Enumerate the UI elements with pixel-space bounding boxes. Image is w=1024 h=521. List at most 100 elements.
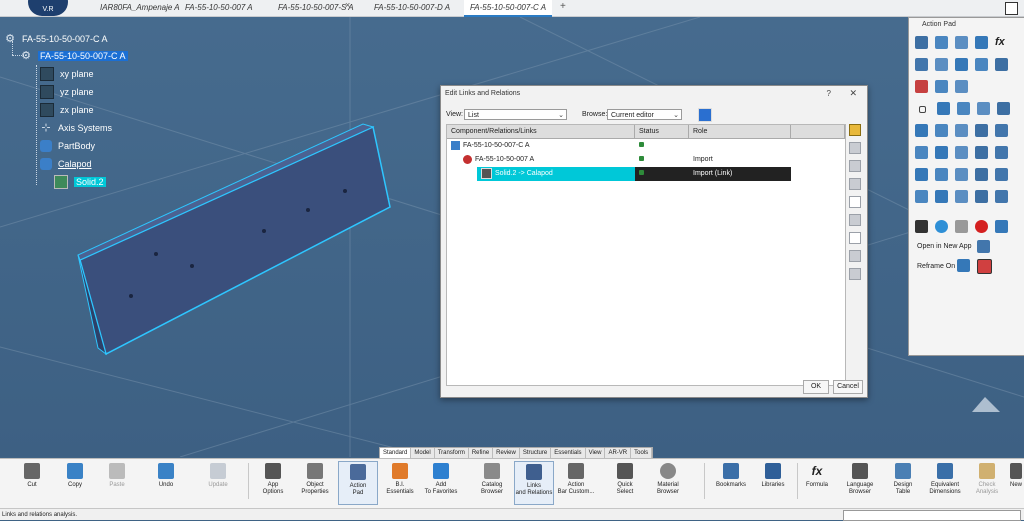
compass-logo[interactable]: V.R <box>28 0 68 16</box>
search-icon[interactable] <box>915 80 928 93</box>
table-row-selected[interactable]: Solid.2 -> Calapod Import (Link) <box>447 167 791 181</box>
help-icon[interactable]: ? <box>827 89 831 98</box>
formula-icon[interactable]: fx <box>995 36 1008 49</box>
tab-ar-vr[interactable]: AR-VR <box>605 448 632 458</box>
tree-item-calapod[interactable]: Calapod <box>40 156 92 172</box>
pin-icon[interactable] <box>849 124 861 136</box>
links-and-relations-button[interactable]: Links and Relations <box>514 461 554 505</box>
line-icon[interactable] <box>937 102 950 115</box>
tab-fa-55-10-50-007-d[interactable]: FA-55-10-50-007-D A <box>374 0 450 15</box>
scale-icon[interactable] <box>975 190 988 203</box>
grid-icon[interactable] <box>849 268 861 280</box>
tab-view[interactable]: View <box>586 448 606 458</box>
add-to-favorites-button[interactable]: Add To Favorites <box>422 461 460 503</box>
column-header[interactable]: Status <box>635 125 689 139</box>
close-icon[interactable]: ✕ <box>849 88 857 99</box>
expand-icon[interactable] <box>849 142 861 154</box>
tab-model[interactable]: Model <box>411 448 435 458</box>
window-icon[interactable] <box>1005 2 1018 15</box>
cut-part-icon[interactable] <box>955 36 968 49</box>
symmetry-icon[interactable] <box>995 190 1008 203</box>
app-options-button[interactable]: App Options <box>258 461 288 503</box>
tree-item-solid[interactable]: Solid.2 <box>54 174 106 190</box>
check-analysis-button[interactable]: Check Analysis <box>972 461 1002 503</box>
boolean-icon[interactable] <box>915 168 928 181</box>
mirror-icon[interactable] <box>995 168 1008 181</box>
rotate-icon[interactable] <box>955 190 968 203</box>
column-header[interactable]: Component/Relations/Links <box>447 125 635 139</box>
fillet-icon[interactable] <box>955 146 968 159</box>
hole-icon[interactable] <box>915 146 928 159</box>
quick-select-button[interactable]: Quick Select <box>610 461 640 503</box>
close-icon[interactable]: × <box>345 0 350 10</box>
tab-iar80fa-ampenaje[interactable]: IAR80FA_Ampenaje A <box>100 0 180 15</box>
reframe-icon[interactable] <box>957 259 970 272</box>
flip-icon[interactable] <box>995 58 1008 71</box>
bookmarks-button[interactable]: Bookmarks <box>713 461 749 503</box>
action-pad-button[interactable]: Action Pad <box>338 461 378 505</box>
compass-triad-icon[interactable] <box>972 397 1000 412</box>
axis-icon[interactable] <box>957 102 970 115</box>
body-icon[interactable] <box>935 36 948 49</box>
tab-tools[interactable]: Tools <box>631 448 653 458</box>
plane-icon[interactable] <box>977 102 990 115</box>
tree-root[interactable]: ⚙ FA-55-10-50-007-C A <box>4 31 107 47</box>
view-select[interactable]: List ⌄ <box>464 109 567 120</box>
tree-part[interactable]: ⚙ FA-55-10-50-007-C A <box>20 48 128 64</box>
table-row[interactable]: FA-55-10-50-007 A Import <box>447 153 845 167</box>
tree-item-axis-systems[interactable]: ⊹ Axis Systems <box>40 120 112 136</box>
tab-standard[interactable]: Standard <box>380 448 412 458</box>
reframe-toggle-icon[interactable] <box>977 259 992 274</box>
language-browser-button[interactable]: Language Browser <box>842 461 878 503</box>
catalog-browser-button[interactable]: Catalog Browser <box>474 461 510 503</box>
pocket-icon[interactable] <box>935 146 948 159</box>
thicken-icon[interactable] <box>975 168 988 181</box>
translate-icon[interactable] <box>935 190 948 203</box>
tab-essentials[interactable]: Essentials <box>551 448 586 458</box>
chevron-up-icon[interactable] <box>849 196 861 208</box>
command-input[interactable] <box>843 510 1021 521</box>
column-header[interactable]: Role <box>689 125 791 139</box>
edit-icon[interactable] <box>849 214 861 226</box>
isolate-icon[interactable] <box>849 178 861 190</box>
stop-icon[interactable] <box>955 220 968 233</box>
object-properties-button[interactable]: Object Properties <box>298 461 332 503</box>
replace-icon[interactable] <box>849 160 861 172</box>
pin-icon[interactable] <box>915 58 928 71</box>
bi-essentials-button[interactable]: B.I. Essentials <box>384 461 416 503</box>
assembly-icon[interactable] <box>975 36 988 49</box>
union-icon[interactable] <box>935 168 948 181</box>
sync-icon[interactable] <box>849 250 861 262</box>
copy-button[interactable]: Copy <box>62 461 88 503</box>
draft-icon[interactable] <box>995 146 1008 159</box>
material-browser-button[interactable]: Material Browser <box>650 461 686 503</box>
view-icon[interactable] <box>935 80 948 93</box>
chamfer-icon[interactable] <box>975 146 988 159</box>
record-icon[interactable] <box>975 220 988 233</box>
tab-transform[interactable]: Transform <box>435 448 469 458</box>
action-bar-customize-button[interactable]: Action Bar Custom... <box>556 461 596 503</box>
new-button[interactable]: New <box>1008 461 1024 503</box>
tab-fa-55-10-50-007[interactable]: FA-55-10-50-007 A <box>185 0 253 15</box>
filter-icon[interactable] <box>698 108 712 122</box>
brush-icon[interactable] <box>915 220 928 233</box>
macro-icon[interactable] <box>995 220 1008 233</box>
solid-part[interactable] <box>77 123 391 356</box>
sweep-icon[interactable] <box>935 124 948 137</box>
pattern-icon[interactable] <box>915 190 928 203</box>
play-icon[interactable] <box>935 220 948 233</box>
cut-button[interactable]: Cut <box>20 461 44 503</box>
formula-button[interactable]: fx Formula <box>803 461 831 503</box>
fill-icon[interactable] <box>955 124 968 137</box>
paste-button[interactable]: Paste <box>104 461 130 503</box>
tab-refine[interactable]: Refine <box>469 448 494 458</box>
sketch-icon[interactable] <box>997 102 1010 115</box>
search-icon[interactable] <box>977 240 990 253</box>
libraries-button[interactable]: Libraries <box>758 461 788 503</box>
revolve-icon[interactable] <box>975 124 988 137</box>
design-table-button[interactable]: Design Table <box>888 461 918 503</box>
delete-link-icon[interactable] <box>849 232 861 244</box>
tree-item-yz-plane[interactable]: yz plane <box>40 84 94 100</box>
equivalent-dimensions-button[interactable]: Equivalent Dimensions <box>926 461 964 503</box>
cancel-button[interactable]: Cancel <box>833 380 863 394</box>
